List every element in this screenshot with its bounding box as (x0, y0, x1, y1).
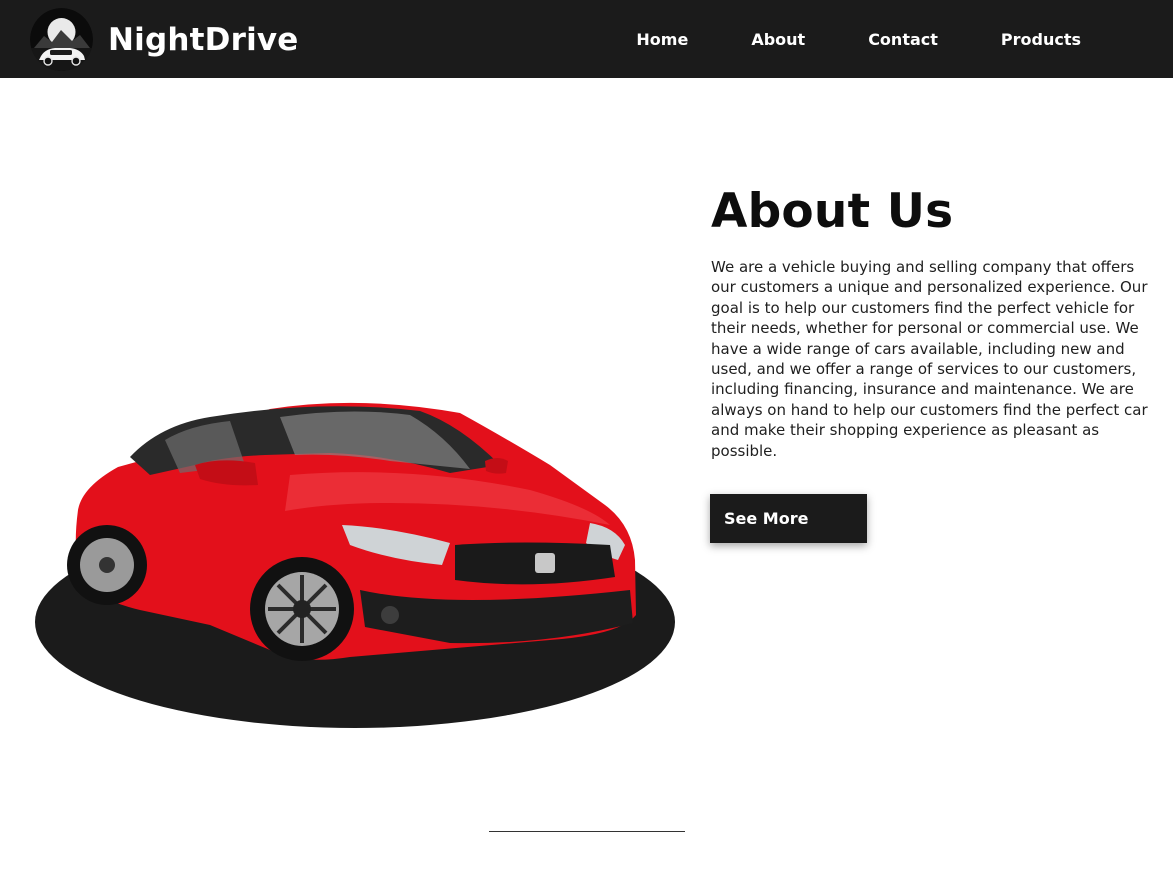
about-description: We are a vehicle buying and selling comp… (711, 258, 1148, 460)
car-logo-icon (30, 8, 93, 71)
see-more-button[interactable]: See More (710, 494, 867, 543)
nav-home[interactable]: Home (636, 30, 688, 49)
brand-name: NightDrive (108, 21, 299, 58)
main-nav: Home About Contact Products (636, 0, 1081, 78)
nav-about[interactable]: About (751, 30, 805, 49)
red-car-illustration (30, 395, 680, 735)
brand-home-link[interactable]: NightDrive (30, 8, 299, 71)
top-navbar: NightDrive Home About Contact Products (0, 0, 1173, 78)
footer-divider (489, 831, 685, 832)
about-section: About Us We are a vehicle buying and sel… (711, 184, 1151, 461)
about-title: About Us (711, 184, 954, 239)
nav-contact[interactable]: Contact (868, 30, 938, 49)
nav-products[interactable]: Products (1001, 30, 1081, 49)
